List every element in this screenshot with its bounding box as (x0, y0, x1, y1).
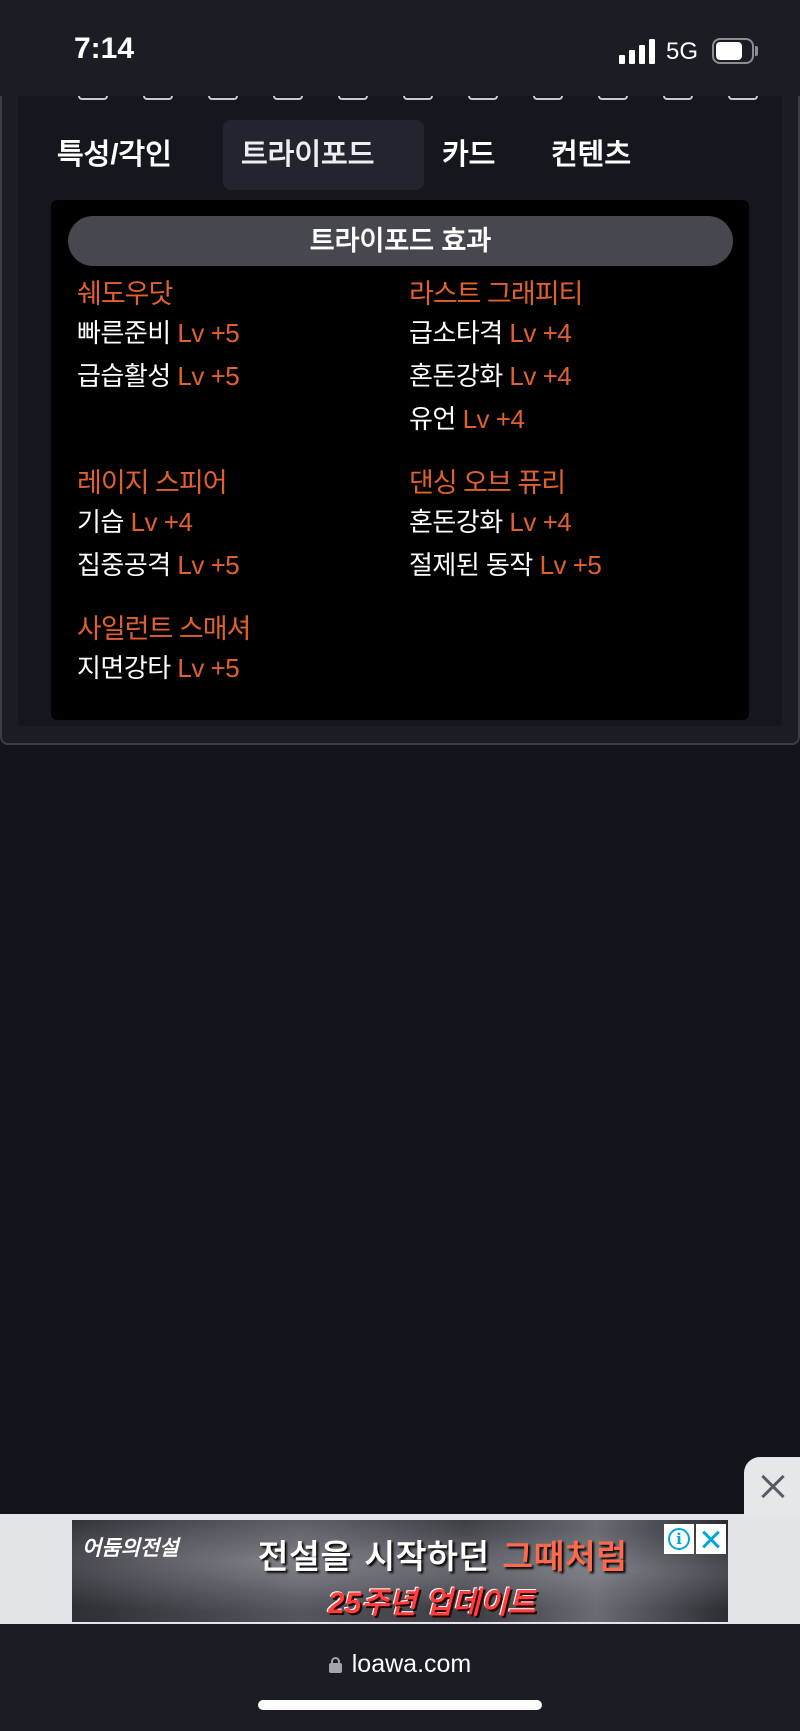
lock-icon (328, 1657, 342, 1673)
tripod-trait: 급소타격 Lv +4 (409, 312, 582, 355)
tripod-group: 레이지 스피어 기습 Lv +4 집중공격 Lv +5 (77, 465, 240, 587)
trait-name: 유언 (409, 404, 456, 434)
tripod-effects-panel: 트라이포드 효과 쉐도우닷 빠른준비 Lv +5 급습활성 Lv +5 라스트 … (51, 200, 749, 720)
tripod-trait: 지면강타 Lv +5 (77, 647, 250, 690)
trait-name: 급습활성 (77, 361, 171, 391)
trait-level: Lv +4 (509, 318, 572, 348)
skill-name: 레이지 스피어 (77, 468, 228, 498)
slot-icon[interactable] (533, 96, 563, 100)
slot-icon[interactable] (663, 96, 693, 100)
tripod-trait: 급습활성 Lv +5 (77, 355, 240, 398)
skill-name: 댄싱 오브 퓨리 (409, 468, 566, 498)
slot-icon[interactable] (78, 96, 108, 100)
slot-icon[interactable] (143, 96, 173, 100)
tab-tripod[interactable]: 트라이포드 (223, 120, 424, 190)
tripod-trait: 절제된 동작 Lv +5 (409, 544, 602, 587)
trait-name: 기습 (77, 507, 124, 537)
tripod-trait: 기습 Lv +4 (77, 501, 239, 544)
cellular-signal-icon (619, 38, 657, 64)
browser-address-bar[interactable]: loawa.com (0, 1624, 800, 1731)
slot-icon[interactable] (598, 96, 628, 100)
trait-name: 빠른준비 (77, 318, 171, 348)
trait-level: Lv +5 (177, 653, 240, 683)
tripod-trait: 집중공격 Lv +5 (77, 544, 240, 587)
trait-level: Lv +5 (177, 361, 240, 391)
tripod-trait: 빠른준비 Lv +5 (77, 312, 240, 355)
home-indicator[interactable] (258, 1700, 542, 1710)
status-bar: 7:14 5G (0, 0, 800, 96)
adchoices-info-icon[interactable]: i (664, 1524, 694, 1554)
trait-level: Lv +4 (509, 361, 572, 391)
ad-banner[interactable]: 어둠의전설 전설을 시작하던 그때처럼 25주년 업데이트 i (72, 1520, 728, 1622)
slot-icon[interactable] (338, 96, 368, 100)
trait-level: Lv +5 (539, 550, 602, 580)
tab-bar: 특성/각인 트라이포드 카드 컨텐츠 (32, 120, 752, 192)
trait-level: Lv +5 (177, 550, 240, 580)
trait-name: 절제된 동작 (409, 550, 533, 580)
slot-icon[interactable] (403, 96, 433, 100)
slot-icon[interactable] (728, 96, 758, 100)
skill-name: 라스트 그래피티 (409, 279, 583, 309)
ad-headline: 전설을 시작하던 그때처럼 (258, 1537, 628, 1576)
tripod-trait: 혼돈강화 Lv +4 (409, 501, 601, 544)
url-display[interactable]: loawa.com (0, 1650, 800, 1679)
tab-contents[interactable]: 컨텐츠 (533, 120, 649, 190)
url-text: loawa.com (351, 1650, 472, 1678)
ad-bar: 어둠의전설 전설을 시작하던 그때처럼 25주년 업데이트 i (0, 1514, 800, 1624)
trait-level: Lv +4 (462, 404, 525, 434)
trait-name: 지면강타 (77, 653, 171, 683)
skill-name: 쉐도우닷 (77, 279, 173, 309)
tripod-group: 쉐도우닷 빠른준비 Lv +5 급습활성 Lv +5 (77, 276, 240, 398)
tripod-group: 댄싱 오브 퓨리 혼돈강화 Lv +4 절제된 동작 Lv +5 (409, 465, 602, 587)
tripod-trait: 유언 Lv +4 (409, 398, 582, 441)
skill-name: 사일런트 스매셔 (77, 614, 251, 644)
ad-logo: 어둠의전설 (82, 1535, 179, 1560)
status-time: 7:14 (74, 32, 135, 65)
trait-level: Lv +4 (130, 507, 193, 537)
slot-icon[interactable] (273, 96, 303, 100)
trait-name: 급소타격 (409, 318, 503, 348)
tripod-effects-title: 트라이포드 효과 (68, 216, 733, 266)
tripod-group: 라스트 그래피티 급소타격 Lv +4 혼돈강화 Lv +4 유언 Lv +4 (409, 276, 583, 441)
screen: 7:14 5G 특성/각인 트라이포드 카드 컨텐츠 트라이포드 효과 쉐도우닷… (0, 0, 800, 1731)
ad-dismiss-icon[interactable] (696, 1524, 726, 1554)
trait-name: 집중공격 (77, 550, 171, 580)
trait-level: Lv +5 (177, 318, 240, 348)
slot-icon[interactable] (468, 96, 498, 100)
trait-name: 혼돈강화 (409, 361, 503, 391)
tab-cards[interactable]: 카드 (424, 120, 513, 190)
network-type: 5G (666, 38, 699, 65)
trait-level: Lv +4 (509, 507, 572, 537)
ad-close-button[interactable] (744, 1457, 800, 1517)
ad-subline: 25주년 업데이트 (328, 1587, 536, 1620)
tripod-group: 사일런트 스매셔 지면강타 Lv +5 (77, 611, 251, 690)
tripod-trait: 혼돈강화 Lv +4 (409, 355, 582, 398)
battery-icon (712, 38, 758, 64)
trait-name: 혼돈강화 (409, 507, 503, 537)
tab-engravings[interactable]: 특성/각인 (39, 120, 190, 190)
slot-icon[interactable] (208, 96, 238, 100)
